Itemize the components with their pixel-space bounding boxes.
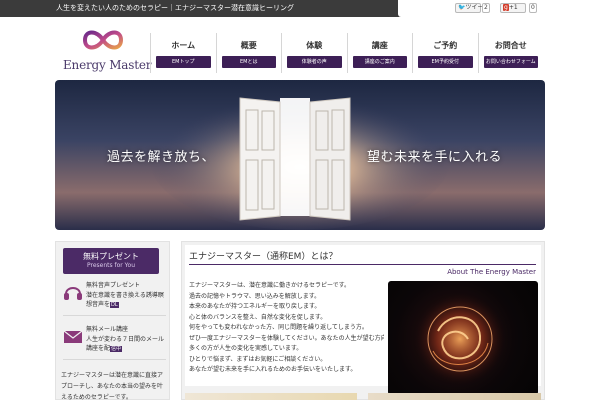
mail-icon <box>63 330 83 343</box>
nav-sub-button[interactable]: EMトップ <box>156 56 211 68</box>
mail-desc: 人生が変わる７日間のメール講座を配信中 <box>86 335 166 354</box>
nav-label: 講座 <box>371 41 388 50</box>
gplus-button[interactable]: g+1 <box>500 3 526 13</box>
about-section: エナジーマスター（通称EM）とは？ About The Energy Maste… <box>185 245 541 395</box>
audio-desc: 潜在意識を書き換える誘導瞑想音声をDL <box>86 291 166 310</box>
nav-item-2[interactable]: 体験 体験者の声 <box>281 33 347 73</box>
section-title-en: About The Energy Master <box>447 268 536 276</box>
mail-title: 無料メール講座 <box>86 326 129 333</box>
body-paragraph: 本来のあなたが持つエネルギーを取り戻します。 <box>189 303 321 310</box>
energy-sphere-graphic <box>414 293 506 385</box>
hero-copy-left: 過去を解き放ち、 <box>107 150 216 165</box>
site-tagline: 人生を変えたい人のためのセラピー｜エナジーマスター潜在意識ヒーリング <box>56 4 294 12</box>
sidebar-intro-text: エナジーマスターは潜在意識に直接アプローチし、あなたの本当の望みを叶えるためのセ… <box>61 372 164 400</box>
audio-title: 無料音声プレゼント <box>86 282 141 289</box>
section-title: エナジーマスター（通称EM）とは？ <box>189 252 338 262</box>
nav-sub-button[interactable]: EM予約受付 <box>418 56 473 68</box>
hero-banner: 過去を解き放ち、 望む未来を手に入れる <box>55 80 545 230</box>
nav-item-3[interactable]: 講座 講座のご案内 <box>346 33 413 73</box>
mail-tag: 信中 <box>110 346 123 352</box>
sidebar: 無料プレゼント Presents for You 無料音声プレゼント 潜在意識を… <box>55 241 170 400</box>
sidebar-item-mail[interactable]: 無料メール講座 人生が変わる７日間のメール講座を配信中 <box>63 322 166 360</box>
nav-item-4[interactable]: ご予約 EM予約受付 <box>412 33 478 73</box>
nav-label: 体験 <box>306 41 323 50</box>
tweet-button[interactable]: 🐦ツイート <box>455 3 490 13</box>
nav-label: 概要 <box>240 41 257 50</box>
section-divider <box>189 264 536 265</box>
nav-item-1[interactable]: 概要 EMとは <box>215 33 282 73</box>
sidebar-item-audio[interactable]: 無料音声プレゼント 潜在意識を書き換える誘導瞑想音声をDL <box>63 278 166 316</box>
nav-item-5[interactable]: お問合せお問い合わせフォーム <box>477 33 544 73</box>
gplus-count: 0 <box>529 3 537 13</box>
main-nav: ホーム EMトップ 概要 EMとは 体験 体験者の声 講座 講座のご案内 ご予約 EM予約受付 お問… <box>150 33 543 73</box>
nav-sub-button[interactable]: お問い合わせフォーム <box>483 56 538 68</box>
present-subtitle: Presents for You <box>86 262 136 269</box>
body-paragraph: エナジーマスターは、潜在意識に働きかけるセラピーです。 <box>189 282 351 289</box>
body-paragraph: ひとりで悩まず、まずはお気軽にご相談ください。 <box>189 355 327 363</box>
nav-label: お問合せ <box>494 41 527 50</box>
nav-item-0[interactable]: ホーム EMトップ <box>150 33 216 73</box>
feature-card-right[interactable] <box>368 393 541 400</box>
main-content: エナジーマスター（通称EM）とは？ About The Energy Maste… <box>181 241 545 400</box>
hero-copy-right: 望む未来を手に入れる <box>367 150 503 165</box>
brand-name: Energy Master <box>63 58 152 72</box>
body-paragraph: 心と体のバランスを整え、自然な変化を促します。 <box>189 313 327 321</box>
site-logo[interactable]: Energy Master <box>56 26 152 76</box>
nav-sub-button[interactable]: EMとは <box>221 56 276 68</box>
audio-desc-text: 潜在意識を書き換える誘導瞑想音声を <box>86 292 164 308</box>
audio-tag: DL <box>110 302 119 308</box>
nav-label: ご予約 <box>433 41 458 50</box>
body-paragraph: ぜひ一度エナジーマスターを体験してください。あなたの人生が望む方向へ動き出します… <box>189 334 384 342</box>
tweet-count: 2 <box>482 3 490 13</box>
top-bar: 人生を変えたい人のためのセラピー｜エナジーマスター潜在意識ヒーリング 🐦ツイート… <box>0 0 600 17</box>
nav-sub-button[interactable]: 講座のご案内 <box>352 56 407 68</box>
infinity-logo-icon <box>82 30 124 50</box>
body-paragraph: 何をやっても変われなかった方、同じ問題を繰り返してしまう方。 <box>189 324 368 331</box>
social-share-bar: 🐦ツイート 2 g+1 0 <box>398 0 600 17</box>
gplus-label: +1 <box>508 4 518 11</box>
body-paragraph: 多くの方が人生の変化を実感しています。 <box>189 345 303 352</box>
feature-card-left[interactable] <box>185 393 357 400</box>
mail-desc-text: 人生が変わる７日間のメール講座を配 <box>86 336 165 352</box>
present-title: 無料プレゼント <box>83 252 139 261</box>
body-paragraph: あなたが望む未来を手に入れるためのお手伝いをいたします。 <box>189 366 357 373</box>
energy-sphere-image <box>388 281 538 395</box>
nav-sub-button[interactable]: 体験者の声 <box>287 56 342 68</box>
body-paragraph: 過去の記憶やトラウマ、思い込みを解放します。 <box>189 292 321 300</box>
section-body: エナジーマスターは、潜在意識に働きかけるセラピーです。 過去の記憶やトラウマ、思い… <box>189 281 384 376</box>
present-banner[interactable]: 無料プレゼント Presents for You <box>63 248 159 274</box>
nav-label: ホーム <box>171 41 196 50</box>
headphones-icon <box>64 287 82 300</box>
